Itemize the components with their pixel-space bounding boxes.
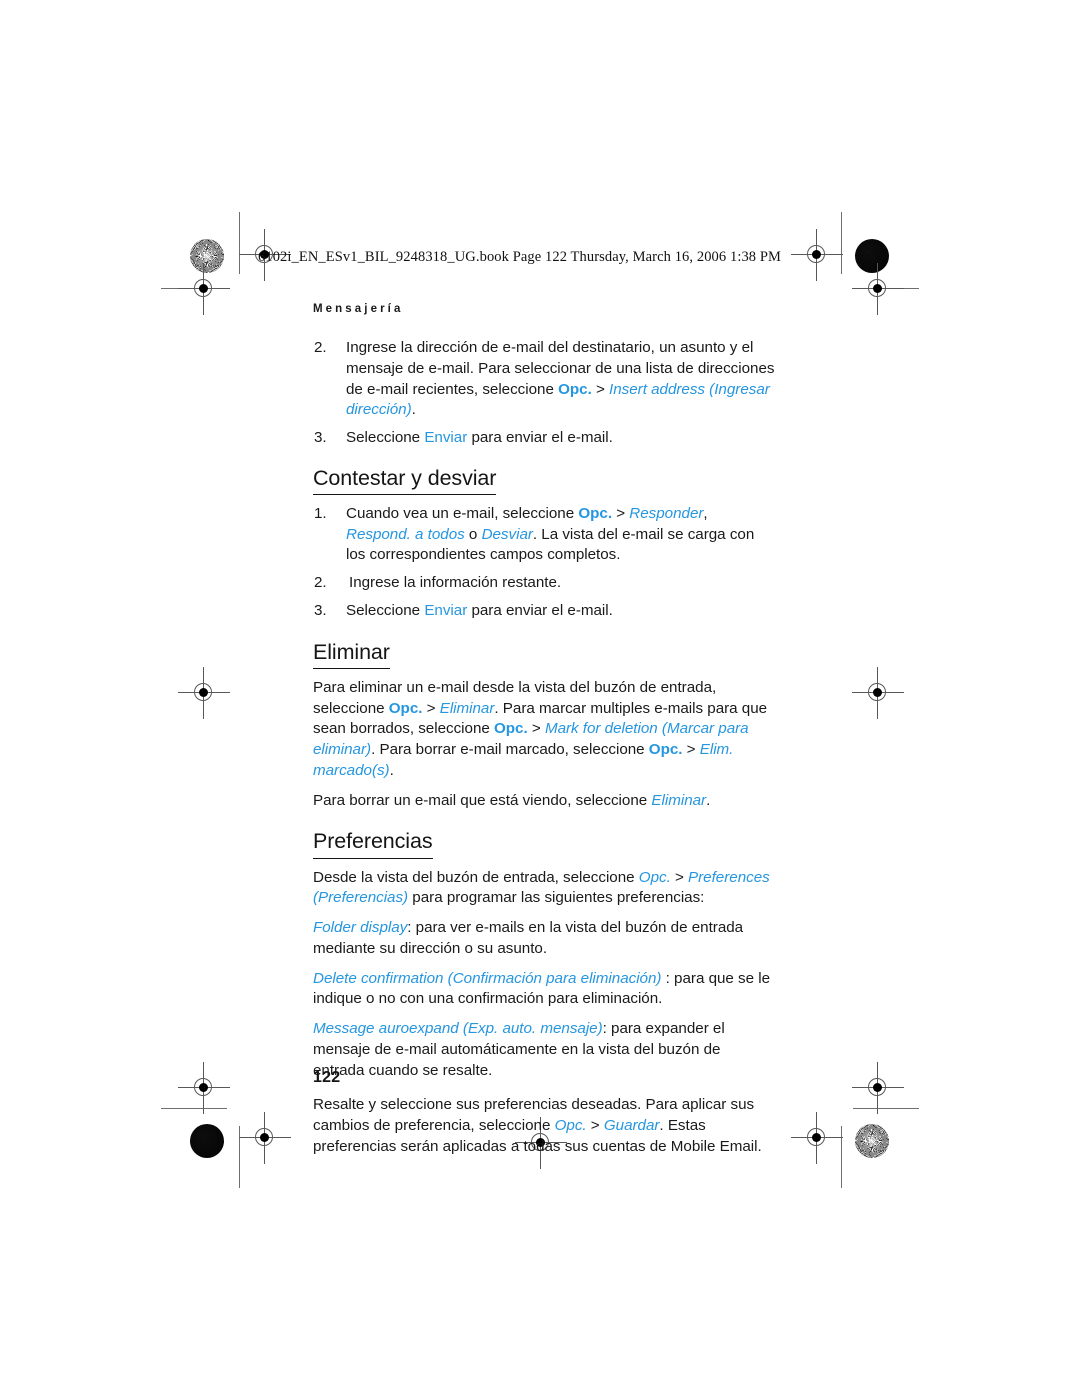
delete-paragraph-1: Para eliminar un e-mail desde la vista d… bbox=[313, 678, 775, 782]
delete-paragraph-2: Para borrar un e-mail que está viendo, s… bbox=[313, 791, 775, 812]
book-file-slug: 6102i_EN_ESv1_BIL_9248318_UG.book Page 1… bbox=[258, 249, 782, 265]
list-item: 1. Cuando vea un e-mail, seleccione Opc. … bbox=[313, 504, 775, 566]
step-text-end: . bbox=[411, 401, 416, 419]
section-heading-wrap-delete: Eliminar bbox=[313, 639, 775, 669]
menu-separator: > bbox=[670, 868, 689, 886]
setting-ref-folder-display: Folder display bbox=[313, 919, 408, 937]
setting-ref-delete-confirmation: Delete confirmation (Confirmación para e… bbox=[313, 969, 662, 987]
step-text: Seleccione bbox=[346, 601, 425, 619]
chapter-header: Mensajería bbox=[313, 303, 404, 315]
menu-ref-desviar: Desviar bbox=[481, 525, 533, 543]
section-heading-wrap-reply: Contestar y desviar bbox=[313, 465, 775, 495]
menu-ref-respond-a-todos: Respond. a todos bbox=[346, 525, 465, 543]
section-heading-contestar-y-desviar: Contestar y desviar bbox=[313, 465, 496, 495]
menu-separator: > bbox=[612, 504, 630, 522]
registration-mark-lower-left bbox=[178, 1062, 230, 1114]
menu-ref-opc: Opc. bbox=[648, 741, 683, 759]
registration-mark-top-inner-right bbox=[791, 229, 843, 281]
registration-mark-middle-left bbox=[178, 667, 230, 719]
step-number: 2. bbox=[314, 339, 327, 356]
menu-ref-eliminar: Eliminar bbox=[439, 699, 495, 717]
preferences-paragraph-save: Resalte y seleccione sus preferencias de… bbox=[313, 1095, 775, 1157]
menu-ref-enviar: Enviar bbox=[424, 429, 468, 446]
menu-ref-opc: Opc. bbox=[494, 720, 528, 738]
list-item: 3. Seleccione Enviar para enviar el e-mai… bbox=[313, 601, 775, 622]
menu-separator: > bbox=[682, 741, 700, 759]
section-heading-wrap-preferences: Preferencias bbox=[313, 828, 775, 859]
paragraph-text-end: . bbox=[389, 761, 394, 779]
menu-separator: > bbox=[591, 380, 610, 398]
menu-ref-enviar: Enviar bbox=[424, 601, 468, 619]
preferences-paragraph-delete-confirmation: Delete confirmation (Confirmación para e… bbox=[313, 969, 775, 1011]
registration-mark-bottom-inner-left bbox=[239, 1112, 291, 1164]
registration-mark-middle-right bbox=[852, 667, 904, 719]
step-text: Ingrese la información restante. bbox=[349, 574, 562, 592]
list-item: 2. Ingrese la dirección de e-mail del des… bbox=[313, 338, 775, 421]
menu-separator: > bbox=[422, 699, 440, 717]
section-heading-eliminar: Eliminar bbox=[313, 639, 390, 669]
registration-rosette-bottom-right bbox=[855, 1124, 889, 1158]
paragraph-text: Desde la vista del buzón de entrada, sel… bbox=[313, 868, 639, 886]
paragraph-text: Para borrar un e-mail que está viendo, s… bbox=[313, 791, 652, 809]
list-item: 3. Seleccione Enviar para enviar el e-mai… bbox=[313, 428, 775, 449]
registration-mark-upper-right bbox=[852, 263, 904, 315]
menu-ref-responder: Responder bbox=[629, 504, 704, 522]
step-number: 3. bbox=[314, 429, 327, 446]
paragraph-text-end: . bbox=[706, 791, 711, 809]
registration-mark-upper-left bbox=[178, 263, 230, 315]
menu-separator: > bbox=[527, 720, 545, 738]
list-item: 2. Ingrese la información restante. bbox=[313, 573, 775, 594]
reply-step-list: 1. Cuando vea un e-mail, seleccione Opc. … bbox=[313, 504, 775, 622]
preferences-paragraph-1: Desde la vista del buzón de entrada, sel… bbox=[313, 868, 775, 910]
document-page: 6102i_EN_ESv1_BIL_9248318_UG.book Page 1… bbox=[0, 0, 1080, 1397]
menu-ref-opc: Opc. bbox=[578, 504, 613, 522]
registration-mark-lower-right bbox=[852, 1062, 904, 1114]
preferences-paragraph-message-autoexpand: Message auroexpand (Exp. auto. mensaje):… bbox=[313, 1019, 775, 1081]
step-number: 1. bbox=[314, 504, 327, 522]
step-number: 2. bbox=[314, 574, 327, 592]
list-separator: , bbox=[703, 504, 708, 522]
registration-rosette-bottom-left bbox=[190, 1124, 224, 1158]
menu-ref-guardar: Guardar bbox=[603, 1117, 660, 1135]
menu-ref-eliminar: Eliminar bbox=[651, 791, 707, 809]
paragraph-text: . Para borrar e-mail marcado, seleccione bbox=[371, 741, 649, 759]
list-separator: o bbox=[464, 525, 482, 543]
step-text: Cuando vea un e-mail, seleccione bbox=[346, 504, 579, 522]
registration-mark-bottom-inner-right bbox=[791, 1112, 843, 1164]
menu-separator: > bbox=[586, 1117, 604, 1135]
step-text-end: para enviar el e-mail. bbox=[467, 601, 613, 619]
paragraph-text-end: para programar las siguientes preferenci… bbox=[408, 889, 705, 907]
menu-ref-opc: Opc. bbox=[638, 868, 671, 886]
intro-step-list: 2. Ingrese la dirección de e-mail del des… bbox=[313, 338, 775, 449]
body-column: 2. Ingrese la dirección de e-mail del des… bbox=[313, 338, 775, 1167]
menu-ref-opc: Opc. bbox=[554, 1117, 587, 1135]
setting-ref-message-autoexpand: Message auroexpand (Exp. auto. mensaje) bbox=[313, 1020, 603, 1038]
menu-ref-opc: Opc. bbox=[388, 699, 423, 717]
menu-ref-opc: Opc. bbox=[558, 380, 592, 398]
preferences-paragraph-folder-display: Folder display: para ver e-mails en la v… bbox=[313, 918, 775, 960]
step-number: 3. bbox=[314, 601, 327, 619]
step-text-end: para enviar el e-mail. bbox=[467, 429, 613, 446]
section-heading-preferencias: Preferencias bbox=[313, 828, 433, 859]
page-number: 122 bbox=[313, 1069, 341, 1086]
step-text: Seleccione bbox=[346, 429, 425, 446]
